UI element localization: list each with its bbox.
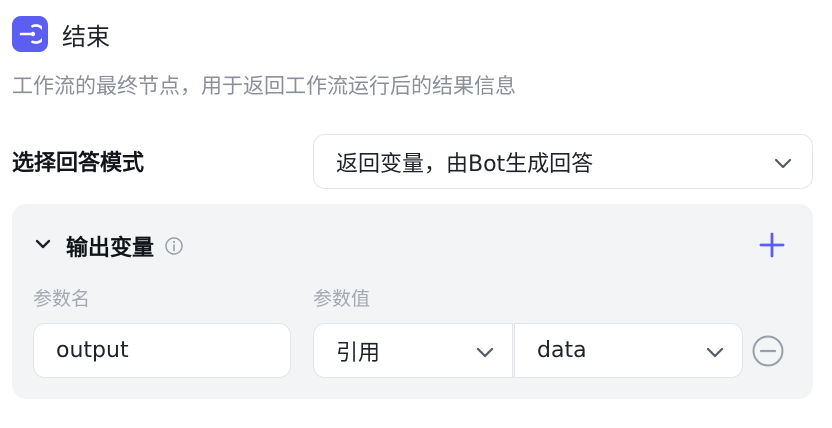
node-description: 工作流的最终节点，用于返回工作流运行后的结果信息 xyxy=(12,74,516,98)
node-title: 结束 xyxy=(62,22,110,51)
param-value-column-label: 参数值 xyxy=(313,288,371,310)
param-name-input[interactable]: output xyxy=(33,323,291,378)
value-source-value: 引用 xyxy=(336,340,381,366)
output-variables-header[interactable]: 输出变量 xyxy=(34,230,184,262)
chevron-down-icon xyxy=(704,341,726,369)
output-variables-panel: 输出变量 参数名 参数值 output 引用 data xyxy=(12,204,813,399)
answer-mode-value: 返回变量，由Bot生成回答 xyxy=(336,151,594,177)
output-variables-title: 输出变量 xyxy=(66,236,155,261)
add-variable-button[interactable] xyxy=(759,232,785,262)
value-reference-value: data xyxy=(537,338,587,363)
remove-variable-button[interactable] xyxy=(751,334,785,372)
answer-mode-select[interactable]: 返回变量，由Bot生成回答 xyxy=(313,134,813,189)
param-name-value: output xyxy=(56,338,129,363)
chevron-down-icon[interactable] xyxy=(34,235,52,257)
value-source-select[interactable]: 引用 xyxy=(313,323,513,378)
chevron-down-icon xyxy=(474,341,496,369)
answer-mode-label: 选择回答模式 xyxy=(12,151,145,176)
value-reference-select[interactable]: data xyxy=(514,323,743,378)
exit-node-icon xyxy=(12,16,48,52)
info-icon[interactable] xyxy=(164,236,184,256)
param-name-column-label: 参数名 xyxy=(33,288,91,310)
chevron-down-icon xyxy=(772,152,794,178)
node-header: 结束 xyxy=(12,16,110,52)
